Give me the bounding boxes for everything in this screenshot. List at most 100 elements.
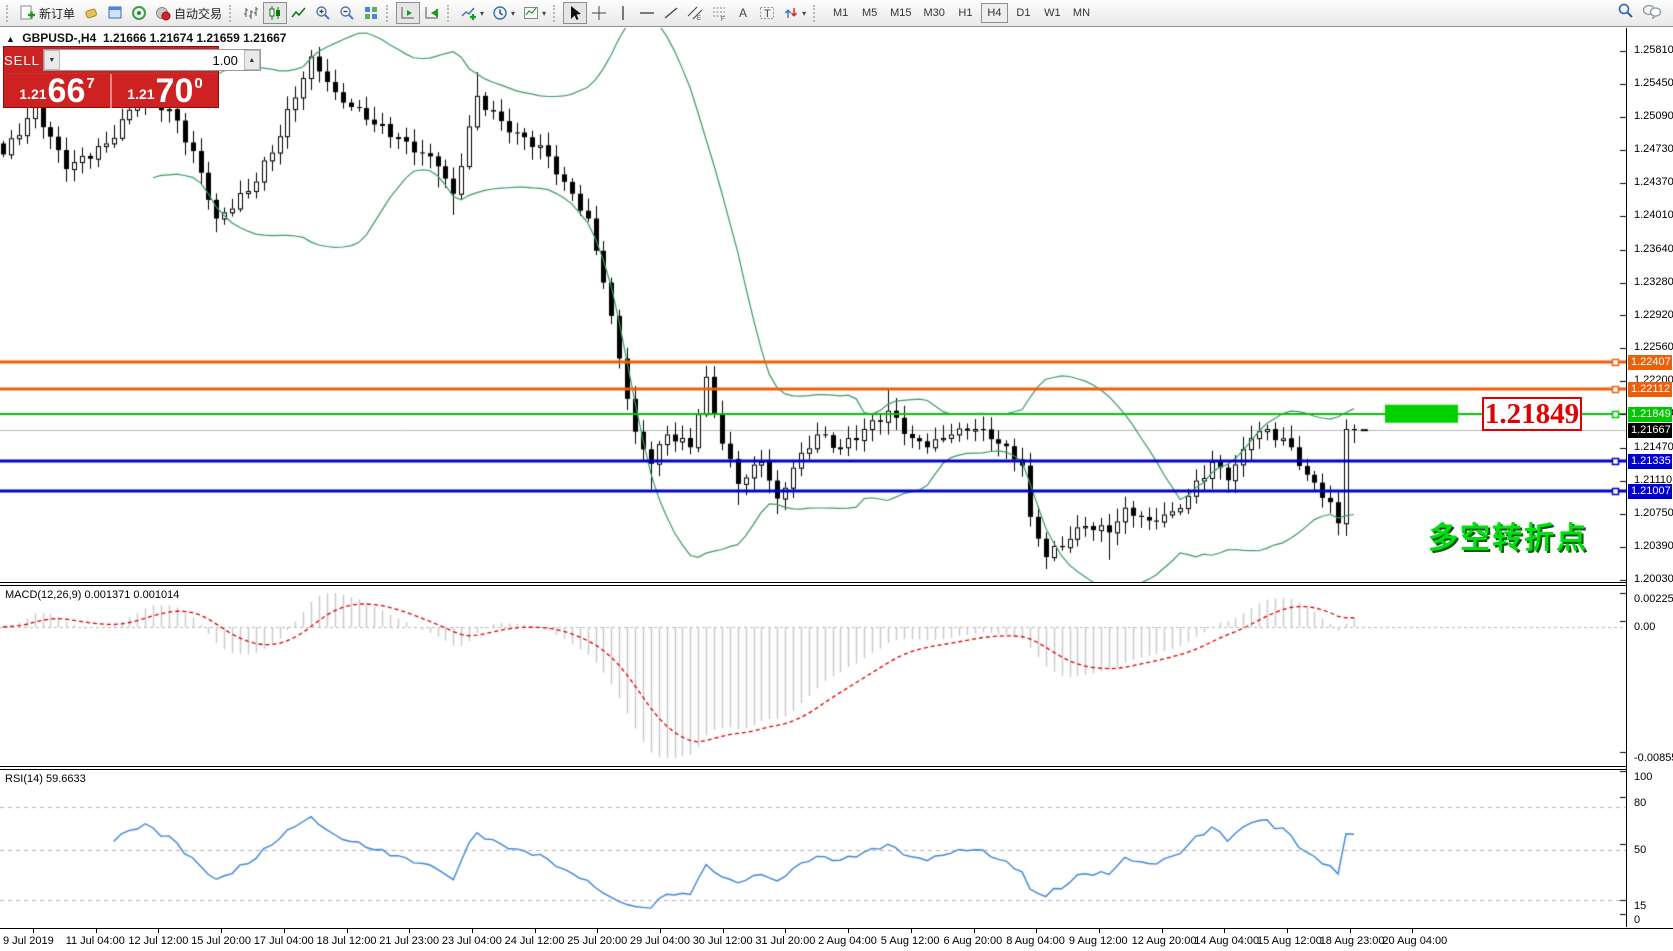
time-axis-tick — [660, 929, 661, 933]
chart-line-icon — [291, 5, 307, 21]
macd-label: MACD(12,26,9) 0.001371 0.001014 — [5, 589, 179, 601]
timeframe-button-m1[interactable]: M1 — [827, 3, 854, 23]
toolbar-grip[interactable] — [229, 5, 234, 22]
toolbar-grip[interactable] — [447, 5, 452, 22]
pane-separator[interactable] — [0, 766, 1673, 770]
mt4-window: 新订单 自动交易 — [0, 0, 1673, 950]
toolbar-grip[interactable] — [553, 5, 558, 22]
timeframe-button-m15[interactable]: M15 — [885, 3, 916, 23]
time-axis-label: 9 Jul 2019 — [3, 935, 54, 947]
text-icon: A — [735, 5, 751, 21]
toolbar-grip[interactable] — [386, 5, 391, 22]
time-axis-label: 9 Aug 12:00 — [1069, 935, 1128, 947]
zoom-out-button[interactable] — [335, 2, 359, 24]
sell-price[interactable]: 1.21 66 7 — [4, 74, 112, 108]
chart-bars-button[interactable] — [239, 2, 263, 24]
time-axis-label: 14 Aug 04:00 — [1194, 935, 1259, 947]
chart-window-button[interactable] — [103, 2, 127, 24]
macd-canvas[interactable] — [0, 586, 1626, 766]
buy-button[interactable]: BUY — [264, 53, 294, 68]
draw-hline-button[interactable] — [635, 2, 659, 24]
time-axis-tick — [409, 929, 410, 933]
price-tick-label: 1.24010 — [1634, 209, 1673, 221]
templates-button[interactable] — [519, 2, 550, 24]
timeframe-button-h4[interactable]: H4 — [981, 3, 1008, 23]
indicators-button[interactable] — [457, 2, 488, 24]
time-axis-tick — [785, 929, 786, 933]
price-tick-label: 1.23640 — [1634, 243, 1673, 255]
draw-channel-button[interactable]: E — [683, 2, 707, 24]
indicator-axis-label: 100 — [1634, 771, 1652, 783]
chart-candles-button[interactable] — [263, 2, 287, 24]
draw-vline-button[interactable] — [611, 2, 635, 24]
auto-trading-button[interactable]: 自动交易 — [151, 2, 226, 24]
price-axis[interactable]: 1.258101.254501.250901.247301.243701.240… — [1627, 28, 1673, 927]
main-chart-canvas[interactable] — [0, 28, 1626, 582]
new-order-button[interactable]: 新订单 — [16, 2, 79, 24]
price-tick-label: 1.20030 — [1634, 573, 1673, 585]
price-tick-label: 1.20750 — [1634, 507, 1673, 519]
draw-label-button[interactable]: T — [755, 2, 779, 24]
time-axis-label: 6 Aug 20:00 — [944, 935, 1003, 947]
crosshair-button[interactable] — [587, 2, 611, 24]
price-line-label: 1.21667 — [1628, 423, 1672, 438]
volume-up-button[interactable]: ▲ — [244, 50, 260, 70]
volume-input[interactable] — [60, 50, 244, 70]
time-axis-tick — [96, 929, 97, 933]
styles-icon — [83, 5, 99, 21]
time-axis-label: 18 Aug 23:00 — [1320, 935, 1385, 947]
price-tick-label: 1.24370 — [1634, 176, 1673, 188]
chart-shift-button[interactable] — [420, 2, 444, 24]
toolbar-grip[interactable] — [6, 5, 11, 22]
pane-separator[interactable] — [0, 582, 1673, 586]
collapse-icon[interactable]: ▲ — [6, 34, 15, 44]
time-axis-label: 29 Jul 04:00 — [630, 935, 690, 947]
draw-arrows-button[interactable] — [779, 2, 810, 24]
rsi-canvas[interactable] — [0, 770, 1626, 927]
time-axis-tick — [1287, 929, 1288, 933]
zoom-in-button[interactable] — [311, 2, 335, 24]
indicators-icon — [461, 5, 477, 21]
timeframe-button-m5[interactable]: M5 — [856, 3, 883, 23]
timeframe-button-h1[interactable]: H1 — [952, 3, 979, 23]
auto-scroll-button[interactable] — [396, 2, 420, 24]
time-axis-label: 12 Aug 20:00 — [1132, 935, 1197, 947]
draw-fibonacci-button[interactable]: F — [707, 2, 731, 24]
toolbar-grip[interactable] — [813, 5, 818, 22]
chart-line-button[interactable] — [287, 2, 311, 24]
chart-title-quotes: 1.21666 1.21674 1.21659 1.21667 — [103, 31, 287, 45]
time-axis-tick — [848, 929, 849, 933]
indicator-axis-label: 50 — [1634, 844, 1646, 856]
zoom-in-icon — [315, 5, 331, 21]
timeframe-button-m30[interactable]: M30 — [919, 3, 950, 23]
channel-icon: E — [687, 5, 703, 21]
timeframe-button-d1[interactable]: D1 — [1010, 3, 1037, 23]
time-axis[interactable]: 9 Jul 201911 Jul 04:0012 Jul 12:0015 Jul… — [0, 928, 1673, 951]
timeframe-button-mn[interactable]: MN — [1068, 3, 1095, 23]
time-axis-tick — [1036, 929, 1037, 933]
auto-trading-icon — [155, 5, 171, 21]
time-axis-label: 24 Jul 12:00 — [505, 935, 565, 947]
periods-button[interactable] — [488, 2, 519, 24]
volume-down-button[interactable]: ▼ — [44, 50, 60, 70]
time-axis-tick — [974, 929, 975, 933]
draw-text-button[interactable]: A — [731, 2, 755, 24]
time-axis-label: 23 Jul 04:00 — [442, 935, 502, 947]
time-axis-label: 21 Jul 23:00 — [379, 935, 439, 947]
time-axis-tick — [1162, 929, 1163, 933]
chat-icon[interactable] — [1642, 3, 1662, 24]
search-icon[interactable] — [1617, 2, 1634, 24]
cursor-button[interactable] — [563, 2, 587, 24]
tile-windows-button[interactable] — [359, 2, 383, 24]
time-axis-tick — [723, 929, 724, 933]
draw-trendline-button[interactable] — [659, 2, 683, 24]
buy-price[interactable]: 1.21 70 0 — [112, 74, 218, 108]
time-axis-label: 30 Jul 12:00 — [693, 935, 753, 947]
styles-button[interactable] — [79, 2, 103, 24]
price-callout[interactable]: 1.21849 — [1482, 397, 1582, 431]
price-line-label: 1.22407 — [1628, 355, 1672, 370]
timeframe-button-w1[interactable]: W1 — [1039, 3, 1066, 23]
sell-button[interactable]: SELL — [4, 53, 40, 68]
annotation-text[interactable]: 多空转折点 — [1428, 513, 1588, 557]
signals-button[interactable] — [127, 2, 151, 24]
